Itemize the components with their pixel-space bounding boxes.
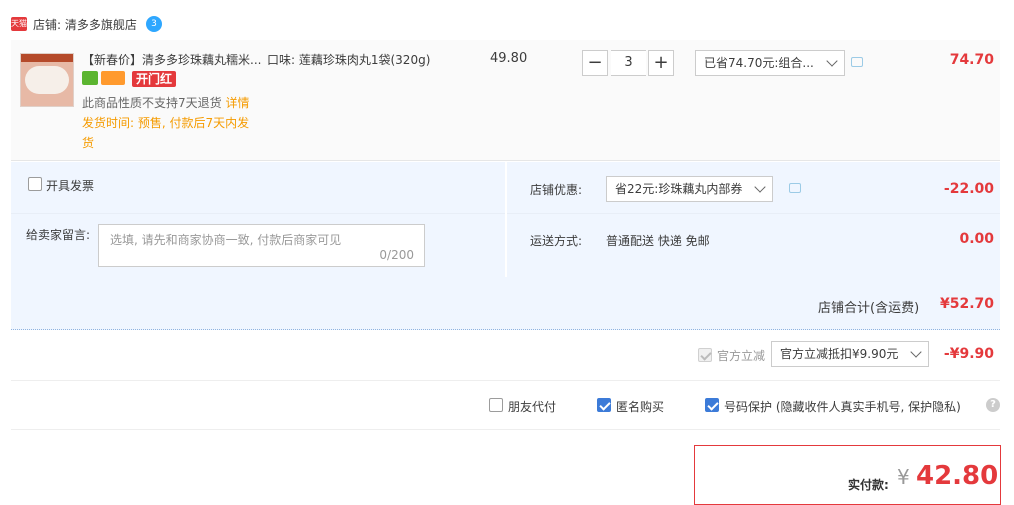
- official-discount-select-value: 官方立减抵扣¥9.90元: [780, 347, 899, 361]
- section-divider: [11, 429, 1000, 430]
- return-policy-details-link[interactable]: 详情: [225, 96, 249, 110]
- official-discount-select[interactable]: 官方立减抵扣¥9.90元: [771, 341, 929, 367]
- message-label: 给卖家留言:: [26, 228, 91, 242]
- chat-bubble-icon[interactable]: 3: [146, 16, 162, 32]
- official-discount-label: 官方立减: [717, 349, 766, 363]
- number-protection-label: 号码保护 (隐藏收件人真实手机号, 保护隐私): [724, 400, 961, 414]
- promo-tag: 开门红: [132, 71, 177, 87]
- seller-message-textarea[interactable]: 选填, 请先和商家协商一致, 付款后商家可见 0/200: [98, 224, 425, 267]
- card-icon: [101, 71, 125, 85]
- shipping-time-info: 发货时间: 预售, 付款后7天内发 货: [82, 113, 270, 153]
- store-total-amount: ¥52.70: [939, 296, 994, 312]
- store-name-link[interactable]: 店铺: 清多多旗舰店: [33, 16, 137, 33]
- message-char-count: 0/200: [379, 248, 414, 262]
- friend-pay-checkbox[interactable]: [489, 398, 503, 412]
- anonymous-purchase-checkbox[interactable]: [597, 398, 611, 412]
- official-discount-amount: -¥9.90: [943, 346, 994, 362]
- shipping-time-line1: 发货时间: 预售, 付款后7天内发: [82, 116, 250, 130]
- anonymous-purchase-label: 匿名购买: [616, 400, 665, 414]
- currency-symbol: ¥: [897, 465, 910, 489]
- message-placeholder: 选填, 请先和商家协商一致, 付款后商家可见: [110, 233, 342, 247]
- panel-divider: [507, 213, 1000, 214]
- store-discount-label: 店铺优惠:: [530, 183, 583, 197]
- guarantee-icon: [82, 71, 98, 85]
- friend-pay-label: 朋友代付: [508, 400, 557, 414]
- quantity-input[interactable]: 3: [611, 50, 646, 76]
- product-title-link[interactable]: 【新春价】清多多珍珠藕丸糯米...: [82, 51, 262, 68]
- return-policy-text: 此商品性质不支持7天退货: [82, 96, 222, 110]
- section-divider: [11, 380, 1000, 381]
- final-payment-amount: 42.80: [916, 461, 999, 491]
- chevron-down-icon: [826, 55, 838, 67]
- invoice-checkbox[interactable]: [28, 177, 42, 191]
- tmall-logo: 天猫: [11, 17, 27, 31]
- help-icon[interactable]: ?: [986, 398, 1000, 412]
- delivery-label: 运送方式:: [530, 234, 583, 248]
- store-coupon-select[interactable]: 省22元:珍珠藕丸内部券: [606, 176, 773, 202]
- unit-price: 49.80: [490, 51, 528, 66]
- shipping-time-line2: 货: [82, 136, 95, 150]
- return-policy-notice: 此商品性质不支持7天退货 详情: [82, 94, 249, 111]
- product-thumbnail[interactable]: [20, 53, 74, 107]
- final-payment-label: 实付款:: [848, 478, 889, 492]
- number-protection-checkbox[interactable]: [705, 398, 719, 412]
- chevron-down-icon: [754, 181, 766, 193]
- delivery-fee: 0.00: [959, 231, 994, 247]
- store-total-label: 店铺合计(含运费): [818, 301, 920, 316]
- item-promo-select[interactable]: 已省74.70元:组合...: [695, 50, 845, 76]
- message-icon[interactable]: [789, 183, 801, 193]
- delivery-method: 普通配送 快递 免邮: [606, 234, 710, 248]
- quantity-increase-button[interactable]: +: [648, 50, 674, 76]
- thumbnail-dumplings: [25, 66, 69, 94]
- item-promo-select-value: 已省74.70元:组合...: [704, 56, 814, 70]
- store-coupon-select-value: 省22元:珍珠藕丸内部券: [615, 182, 743, 196]
- panel-divider: [11, 213, 505, 214]
- item-subtotal: 74.70: [949, 52, 994, 68]
- store-discount-amount: -22.00: [943, 181, 994, 197]
- invoice-label: 开具发票: [46, 179, 95, 193]
- sku-flavor: 口味: 莲藕珍珠肉丸1袋(320g): [267, 53, 431, 67]
- official-discount-checkbox[interactable]: [698, 348, 712, 362]
- thumbnail-banner: [21, 54, 73, 62]
- message-icon[interactable]: [851, 57, 863, 67]
- quantity-decrease-button[interactable]: −: [582, 50, 608, 76]
